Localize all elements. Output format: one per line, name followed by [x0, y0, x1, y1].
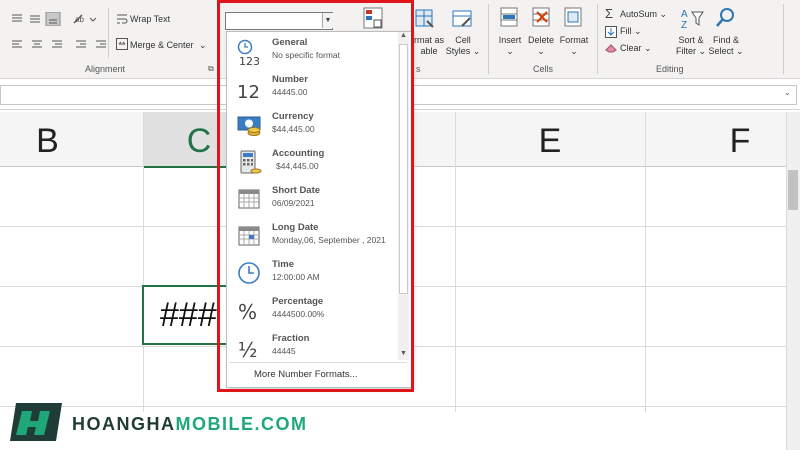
- insert-cells-icon[interactable]: [498, 6, 522, 32]
- column-header-b[interactable]: B: [0, 112, 95, 166]
- hoangha-logo-icon: [10, 403, 62, 441]
- merge-center-icon: [116, 38, 128, 50]
- cell-overflow-value: ###: [160, 296, 217, 334]
- delete-button[interactable]: Delete ⌄: [524, 35, 558, 57]
- editing-group-label: Editing: [656, 64, 684, 74]
- cells-group-label: Cells: [533, 64, 554, 74]
- orientation-icon[interactable]: ab: [72, 12, 98, 26]
- grid-line: [645, 112, 646, 412]
- svg-text:ab: ab: [75, 15, 84, 24]
- format-button[interactable]: Format ⌄: [556, 35, 592, 57]
- alignment-group-label: Alignment: [85, 64, 126, 74]
- format-as-table-button[interactable]: rmat as able: [412, 35, 446, 57]
- merge-center-button[interactable]: Merge & Center: [130, 40, 194, 50]
- fill-icon: [605, 26, 617, 38]
- format-cells-icon[interactable]: [562, 6, 586, 32]
- scrollbar-thumb[interactable]: [788, 170, 798, 210]
- column-header-f[interactable]: F: [645, 112, 800, 166]
- autosum-icon: Σ: [605, 6, 614, 21]
- grid-line: [143, 112, 144, 412]
- horizontal-align-icons[interactable]: [10, 38, 108, 52]
- find-select-button[interactable]: Find & Select ⌄: [708, 35, 744, 57]
- fill-button[interactable]: Fill ⌄: [620, 26, 642, 37]
- alignment-launcher-icon[interactable]: ⧉: [208, 64, 214, 74]
- format-as-table-icon[interactable]: [415, 8, 435, 30]
- grid-line: [0, 406, 786, 407]
- grid-line: [455, 112, 456, 412]
- wrap-text-icon: [117, 14, 128, 24]
- vertical-align-icons[interactable]: [10, 12, 62, 26]
- eraser-icon: [605, 44, 617, 53]
- highlight-annotation-box: [217, 0, 414, 392]
- cell-styles-button[interactable]: Cell Styles ⌄: [444, 35, 482, 57]
- vertical-scrollbar[interactable]: [786, 112, 800, 450]
- column-header-e[interactable]: E: [455, 112, 645, 166]
- clear-button[interactable]: Clear ⌄: [620, 43, 652, 54]
- wrap-text-button[interactable]: Wrap Text: [130, 14, 170, 24]
- insert-button[interactable]: Insert ⌄: [493, 35, 527, 57]
- svg-text:A: A: [681, 9, 688, 20]
- sort-filter-button[interactable]: Sort & Filter ⌄: [674, 35, 708, 57]
- find-select-icon[interactable]: [714, 6, 738, 32]
- watermark-text: HOANGHAMOBILE.COM: [72, 414, 308, 434]
- svg-text:Z: Z: [681, 20, 687, 31]
- cell-styles-icon[interactable]: [452, 8, 474, 30]
- formula-expand-chevron-icon[interactable]: ⌄: [784, 88, 791, 97]
- sort-filter-icon[interactable]: A Z: [680, 6, 704, 32]
- merge-chevron-icon[interactable]: ⌄: [199, 40, 207, 51]
- styles-group-label: s: [416, 64, 421, 74]
- delete-cells-icon[interactable]: [530, 6, 554, 32]
- autosum-button[interactable]: AutoSum ⌄: [620, 9, 667, 20]
